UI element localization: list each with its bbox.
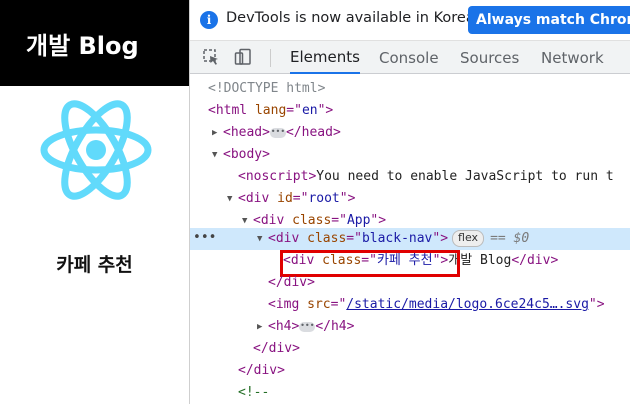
noscript-tag: <noscript>You need to enable JavaScript … xyxy=(238,169,614,184)
dom-node-h4[interactable]: ▶ <h4>•••</h4> xyxy=(190,316,630,338)
more-options-icon[interactable]: ••• xyxy=(193,227,216,249)
img-tag: <img src="/static/media/logo.6ce24c5….sv… xyxy=(268,297,605,312)
comment-open: <!-- xyxy=(238,385,270,400)
selected-node-ref: == $0 xyxy=(490,231,530,246)
black-nav: 개발 Blog xyxy=(0,0,189,86)
html-attr-value: en xyxy=(301,103,318,118)
elements-dom-tree: <!DOCTYPE html> <html lang="en"> ▶ <head… xyxy=(190,74,630,404)
app-attr-value: App xyxy=(346,213,371,228)
devtools-panel: i DevTools is now available in Korean! A… xyxy=(190,0,630,404)
noscript-text: You need to enable JavaScript to run t xyxy=(316,169,614,184)
html-tag-name: html xyxy=(215,103,248,118)
tab-elements[interactable]: Elements xyxy=(290,41,360,74)
react-logo-icon xyxy=(40,100,152,200)
collapse-arrow-icon[interactable]: ▼ xyxy=(212,144,217,166)
devtools-toolbar: Elements Console Sources Network xyxy=(190,40,630,74)
img-src-link[interactable]: /static/media/logo.6ce24c5….svg xyxy=(346,297,589,312)
h4-tag: <h4>•••</h4> xyxy=(268,319,355,334)
dom-node-doctype[interactable]: <!DOCTYPE html> xyxy=(190,78,630,100)
h4-open-name: h4 xyxy=(275,319,292,334)
dom-node-comment[interactable]: <!-- xyxy=(190,382,630,404)
dom-node-img[interactable]: <img src="/static/media/logo.6ce24c5….sv… xyxy=(190,294,630,316)
img-tag-name: img xyxy=(275,297,300,312)
always-match-chrome-button[interactable]: Always match Chrome's xyxy=(468,6,630,34)
body-tag-name: body xyxy=(230,147,263,162)
flex-badge[interactable]: flex xyxy=(452,230,485,247)
app-preview: 개발 Blog 카페 추천 xyxy=(0,0,189,404)
device-toolbar-icon[interactable] xyxy=(234,48,252,66)
toolbar-separator xyxy=(270,49,271,67)
title-div-close-name: div xyxy=(526,253,551,268)
collapsed-ellipsis-icon[interactable]: ••• xyxy=(299,321,316,332)
dom-node-head[interactable]: ▶ <head>•••</head> xyxy=(190,122,630,144)
html-open-tag: <html lang="en"> xyxy=(208,103,334,118)
app-tag-name: div xyxy=(260,213,285,228)
dom-node-noscript[interactable]: <noscript>You need to enable JavaScript … xyxy=(190,166,630,188)
dom-node-close-black-nav[interactable]: </div> xyxy=(190,272,630,294)
close-black-nav-tag: </div> xyxy=(268,275,315,290)
expand-arrow-icon[interactable]: ▶ xyxy=(257,316,262,338)
close-root-tag: </div> xyxy=(238,363,285,378)
app-attr-name: class xyxy=(292,213,332,228)
dom-node-close-root[interactable]: </div> xyxy=(190,360,630,382)
dom-node-root[interactable]: ▼ <div id="root"> xyxy=(190,188,630,210)
collapse-arrow-icon[interactable]: ▼ xyxy=(257,228,262,250)
black-nav-attr-name: class xyxy=(307,231,347,246)
h4-close-name: h4 xyxy=(330,319,347,334)
noscript-tag-name: noscript xyxy=(245,169,309,184)
root-attr-value: root xyxy=(308,191,340,206)
close-root-name: div xyxy=(253,363,278,378)
collapsed-ellipsis-icon[interactable]: ••• xyxy=(269,127,286,138)
body-tag: <body> xyxy=(223,147,270,162)
head-open-name: head xyxy=(230,125,263,140)
inspect-element-icon[interactable] xyxy=(202,48,220,66)
close-black-nav-name: div xyxy=(283,275,308,290)
collapse-arrow-icon[interactable]: ▼ xyxy=(227,188,232,210)
infobar-message: DevTools is now available in Korean! xyxy=(226,10,490,26)
root-attr-name: id xyxy=(277,191,293,206)
language-infobar: i DevTools is now available in Korean! A… xyxy=(190,0,630,40)
dom-node-html[interactable]: <html lang="en"> xyxy=(190,100,630,122)
close-app-name: div xyxy=(268,341,293,356)
tab-network[interactable]: Network xyxy=(541,41,604,74)
img-attr-name: src xyxy=(307,297,331,312)
dom-node-black-nav[interactable]: ••• ▼ <div class="black-nav"> flex == $0 xyxy=(190,228,630,250)
dom-node-close-app[interactable]: </div> xyxy=(190,338,630,360)
head-tag: <head>•••</head> xyxy=(223,125,341,140)
head-close-name: head xyxy=(301,125,333,140)
info-icon: i xyxy=(200,11,218,29)
expand-arrow-icon[interactable]: ▶ xyxy=(212,122,217,144)
dom-node-body[interactable]: ▼ <body> xyxy=(190,144,630,166)
black-nav-tag-name: div xyxy=(275,231,300,246)
tab-console[interactable]: Console xyxy=(379,41,439,74)
nav-title: 개발 Blog xyxy=(26,31,139,60)
doctype-text: <!DOCTYPE html> xyxy=(208,81,326,96)
close-app-tag: </div> xyxy=(253,341,300,356)
tab-sources[interactable]: Sources xyxy=(460,41,519,74)
black-nav-tag: <div class="black-nav"> flex == $0 xyxy=(268,230,530,247)
root-tag: <div id="root"> xyxy=(238,191,356,206)
black-nav-attr-value: black-nav xyxy=(361,231,433,246)
html-attr-name: lang xyxy=(254,103,287,118)
root-tag-name: div xyxy=(245,191,270,206)
recommendation-heading: 카페 추천 xyxy=(56,254,133,276)
